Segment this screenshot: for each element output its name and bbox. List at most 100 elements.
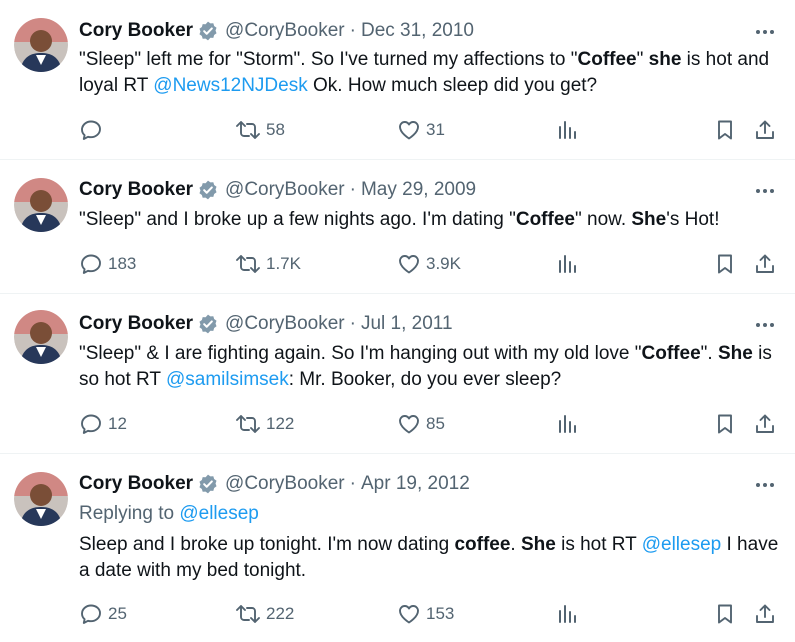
bold-text: She xyxy=(717,343,753,364)
tweet-date[interactable]: Dec 31, 2010 xyxy=(361,20,474,42)
text-segment: " now. xyxy=(574,209,632,230)
text-segment: "Sleep" and I broke up a few nights ago.… xyxy=(79,209,516,230)
bookmark-button[interactable] xyxy=(713,117,737,143)
retweet-button[interactable]: 222 xyxy=(235,601,294,627)
like-button[interactable]: 31 xyxy=(397,117,445,143)
text-segment: ". xyxy=(700,343,718,364)
reply-button[interactable]: 25 xyxy=(79,601,127,627)
user-handle[interactable]: @CoryBooker xyxy=(225,20,345,42)
mention-link[interactable]: @samilsimsek xyxy=(166,369,289,390)
replying-to-label: Replying to xyxy=(79,503,180,524)
retweet-count: 1.7K xyxy=(266,254,301,273)
bold-text: Coffee xyxy=(515,209,575,230)
tweet[interactable]: Cory Booker @CoryBooker · May 29, 2009 "… xyxy=(0,160,795,294)
like-button[interactable]: 85 xyxy=(397,411,445,437)
more-icon[interactable] xyxy=(753,473,777,497)
text-segment: "Sleep" left me for "Storm". So I've tur… xyxy=(79,49,578,70)
share-button[interactable] xyxy=(753,251,777,277)
bold-text: Coffee xyxy=(577,49,637,70)
reply-count: 183 xyxy=(108,254,137,273)
like-count: 31 xyxy=(426,120,445,139)
views-button[interactable] xyxy=(555,411,579,437)
tweet[interactable]: Cory Booker @CoryBooker · Dec 31, 2010 "… xyxy=(0,0,795,160)
user-handle[interactable]: @CoryBooker xyxy=(225,473,345,495)
reply-button[interactable]: 12 xyxy=(79,411,127,437)
display-name[interactable]: Cory Booker xyxy=(79,179,193,201)
bookmark-button[interactable] xyxy=(713,251,737,277)
avatar[interactable] xyxy=(14,178,68,232)
text-segment: . xyxy=(510,534,521,555)
retweet-count: 58 xyxy=(266,120,285,139)
text-segment: "Sleep" & I are fighting again. So I'm h… xyxy=(79,343,642,364)
share-button[interactable] xyxy=(753,601,777,627)
views-icon xyxy=(555,602,579,626)
text-segment: " xyxy=(636,49,649,70)
bookmark-icon xyxy=(713,252,737,276)
action-bar: 58 31 xyxy=(79,117,779,143)
reply-icon xyxy=(79,412,103,436)
like-button[interactable]: 3.9K xyxy=(397,251,461,277)
user-handle[interactable]: @CoryBooker xyxy=(225,313,345,335)
share-button[interactable] xyxy=(753,117,777,143)
tweet-date[interactable]: Apr 19, 2012 xyxy=(361,473,470,495)
views-button[interactable] xyxy=(555,251,579,277)
separator-dot: · xyxy=(349,473,356,494)
views-button[interactable] xyxy=(555,601,579,627)
text-segment: : Mr. Booker, do you ever sleep? xyxy=(288,369,562,390)
display-name[interactable]: Cory Booker xyxy=(79,20,193,42)
tweet[interactable]: Cory Booker @CoryBooker · Jul 1, 2011 "S… xyxy=(0,294,795,454)
like-icon xyxy=(397,118,421,142)
like-icon xyxy=(397,252,421,276)
verified-badge-icon xyxy=(197,313,219,335)
retweet-count: 222 xyxy=(266,604,295,623)
bold-text: Coffee xyxy=(641,343,701,364)
retweet-button[interactable]: 58 xyxy=(235,117,285,143)
bold-text: she xyxy=(648,49,682,70)
bookmark-button[interactable] xyxy=(713,601,737,627)
mention-link[interactable]: @ellesep xyxy=(642,534,722,555)
share-icon xyxy=(753,412,777,436)
reply-icon xyxy=(79,252,103,276)
tweet-date[interactable]: Jul 1, 2011 xyxy=(361,313,453,335)
tweet-text: "Sleep" & I are fighting again. So I'm h… xyxy=(79,341,784,393)
reply-button[interactable] xyxy=(79,117,108,143)
bookmark-button[interactable] xyxy=(713,411,737,437)
more-icon[interactable] xyxy=(753,313,777,337)
views-icon xyxy=(555,412,579,436)
retweet-button[interactable]: 122 xyxy=(235,411,294,437)
bold-text: She xyxy=(631,209,667,230)
retweet-icon xyxy=(235,602,261,626)
mention-link[interactable]: @News12NJDesk xyxy=(153,75,307,96)
retweet-icon xyxy=(235,412,261,436)
separator-dot: · xyxy=(349,20,356,41)
text-segment: is hot RT xyxy=(555,534,642,555)
views-icon xyxy=(555,118,579,142)
display-name[interactable]: Cory Booker xyxy=(79,313,193,335)
like-icon xyxy=(397,602,421,626)
tweet[interactable]: Cory Booker @CoryBooker · Apr 19, 2012 R… xyxy=(0,454,795,642)
bookmark-icon xyxy=(713,602,737,626)
display-name[interactable]: Cory Booker xyxy=(79,473,193,495)
separator-dot: · xyxy=(349,313,356,334)
more-icon[interactable] xyxy=(753,20,777,44)
bookmark-icon xyxy=(713,118,737,142)
replying-to-handle[interactable]: @ellesep xyxy=(179,503,259,524)
reply-icon xyxy=(79,118,103,142)
reply-count: 25 xyxy=(108,604,127,623)
tweet-text: "Sleep" left me for "Storm". So I've tur… xyxy=(79,47,784,99)
reply-icon xyxy=(79,602,103,626)
avatar[interactable] xyxy=(14,472,68,526)
reply-count: 12 xyxy=(108,414,127,433)
more-icon[interactable] xyxy=(753,179,777,203)
tweet-date[interactable]: May 29, 2009 xyxy=(361,179,476,201)
retweet-button[interactable]: 1.7K xyxy=(235,251,301,277)
views-button[interactable] xyxy=(555,117,579,143)
share-button[interactable] xyxy=(753,411,777,437)
user-handle[interactable]: @CoryBooker xyxy=(225,179,345,201)
reply-button[interactable]: 183 xyxy=(79,251,136,277)
like-button[interactable]: 153 xyxy=(397,601,454,627)
like-count: 153 xyxy=(426,604,455,623)
avatar[interactable] xyxy=(14,310,68,364)
action-bar: 12 122 85 xyxy=(79,411,779,437)
avatar[interactable] xyxy=(14,18,68,72)
